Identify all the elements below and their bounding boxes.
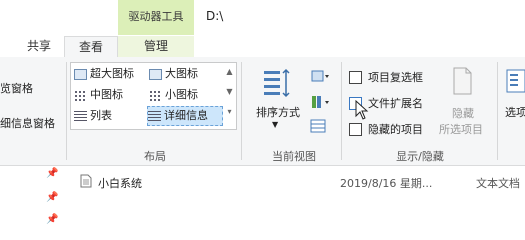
pin-icon: 📌 (46, 192, 59, 203)
options-icon (506, 68, 525, 96)
context-tab-title: 驱动器工具 (128, 10, 184, 23)
layout-item-label: 中图标 (90, 88, 123, 101)
group-label-layout: 布局 (144, 150, 166, 163)
checkbox-label: 文件扩展名 (368, 97, 423, 110)
details-pane-button[interactable]: 细信息窗格 (0, 115, 55, 131)
layout-gallery: 超大图标 大图标 中图标 小图标 列表 详细信息 (70, 62, 237, 130)
layout-details[interactable]: 详细信息 (147, 106, 223, 126)
layout-item-label: 小图标 (165, 88, 198, 101)
layout-large-icons[interactable]: 大图标 (149, 65, 198, 83)
title-bar (0, 0, 525, 36)
hide-selected-sublabel: 所选项目 (439, 123, 483, 136)
checkbox-label: 项目复选框 (368, 71, 423, 84)
size-columns-icon[interactable] (310, 118, 326, 134)
checkbox-label: 隐藏的项目 (368, 123, 423, 136)
separator (241, 62, 242, 160)
file-type: 文本文档 (476, 177, 520, 190)
group-label-current-view: 当前视图 (272, 150, 316, 163)
file-name[interactable]: 小白系统 (98, 175, 142, 191)
tab-view[interactable]: 查看 (64, 36, 118, 58)
text-file-icon (80, 174, 92, 188)
file-date: 2019/8/16 星期... (340, 177, 433, 190)
checkbox[interactable] (349, 122, 362, 136)
layout-item-label: 超大图标 (90, 67, 134, 80)
layout-item-label: 详细信息 (164, 109, 208, 122)
chevron-down-icon: ▼ (272, 120, 279, 129)
tab-manage[interactable]: 管理 (118, 36, 194, 57)
mouse-cursor-icon (355, 99, 369, 123)
preview-pane-button[interactable]: 览窗格 (0, 80, 33, 96)
pin-icon: 📌 (46, 168, 59, 179)
layout-list[interactable]: 列表 (74, 107, 112, 125)
window-path: D:\ (206, 9, 224, 23)
medium-icons-icon (74, 89, 87, 101)
checkbox[interactable] (349, 70, 362, 84)
layout-medium-icons[interactable]: 中图标 (74, 86, 123, 104)
layout-extra-large-icons[interactable]: 超大图标 (74, 65, 134, 83)
separator (497, 62, 498, 160)
layout-item-label: 列表 (90, 109, 112, 122)
hide-selected-button[interactable]: 隐藏 (452, 105, 474, 121)
layout-small-icons[interactable]: 小图标 (149, 86, 198, 104)
add-columns-icon[interactable] (310, 94, 330, 110)
extra-large-icons-icon (74, 68, 87, 80)
hide-selected-icon (450, 66, 474, 96)
options-button[interactable]: 选项 (505, 104, 525, 120)
pin-icon: 📌 (46, 214, 59, 225)
scroll-up-icon[interactable]: ▲ (224, 62, 235, 82)
expand-gallery-icon[interactable]: ▾ (224, 102, 235, 122)
gallery-scroll[interactable]: ▲ ▼ ▾ (224, 62, 235, 128)
group-label-show-hide: 显示/隐藏 (396, 150, 444, 163)
details-icon (148, 110, 161, 122)
sort-by-icon (262, 68, 292, 98)
scroll-down-icon[interactable]: ▼ (224, 82, 235, 102)
separator (341, 62, 342, 160)
large-icons-icon (149, 68, 162, 80)
separator (66, 62, 67, 160)
tab-share[interactable]: 共享 (14, 36, 64, 57)
hidden-items-toggle[interactable]: 隐藏的项目 (349, 121, 423, 137)
small-icons-icon (149, 89, 162, 101)
item-checkboxes-toggle[interactable]: 项目复选框 (349, 69, 423, 85)
file-list (0, 166, 525, 230)
sort-by-button[interactable]: 排序方式 (256, 104, 300, 120)
group-by-icon[interactable] (310, 68, 330, 84)
layout-item-label: 大图标 (165, 67, 198, 80)
list-icon (74, 110, 87, 122)
